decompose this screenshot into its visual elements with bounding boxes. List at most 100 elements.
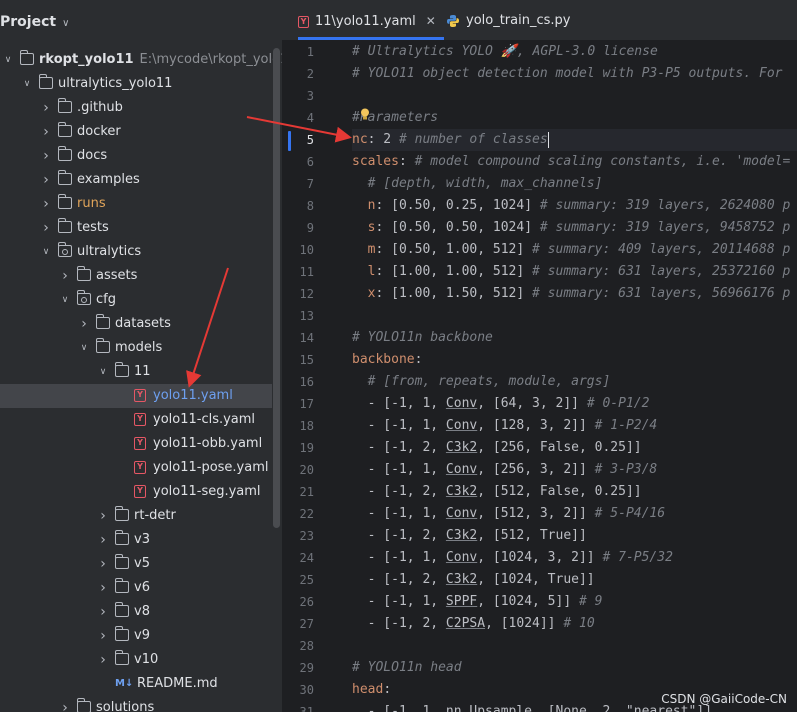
chevron-right-icon[interactable]: › — [40, 120, 52, 144]
chevron-right-icon[interactable]: › — [40, 192, 52, 216]
code-line[interactable]: scales: # model compound scaling constan… — [352, 151, 797, 173]
tree-item[interactable]: ∨ ultralytics — [0, 240, 272, 264]
code-text: , [256, 3, 2]] — [477, 462, 595, 477]
tree-item[interactable]: ∨ cfg — [0, 288, 272, 312]
chevron-right-icon[interactable]: › — [97, 648, 109, 672]
code-line[interactable]: - [-1, 2, C2PSA, [1024]] # 10 — [352, 613, 797, 635]
code-comment: # number of classes — [398, 132, 548, 147]
tree-item[interactable]: › v3 — [0, 528, 272, 552]
tree-scrollbar[interactable] — [273, 48, 280, 528]
chevron-down-icon[interactable]: ∨ — [78, 336, 90, 360]
tree-item[interactable]: Yyolo11-obb.yaml — [0, 432, 272, 456]
tree-item-label: README.md — [137, 672, 218, 696]
code-line[interactable]: - [-1, 1, Conv, [128, 3, 2]] # 1-P2/4 — [352, 415, 797, 437]
code-line[interactable]: # YOLO11n backbone — [352, 327, 797, 349]
code-line[interactable]: - [-1, 2, C3k2, [1024, True]] — [352, 569, 797, 591]
code-area[interactable]: # Ultralytics YOLO 🚀, AGPL-3.0 license # … — [352, 41, 797, 712]
code-line[interactable]: # [from, repeats, module, args] — [352, 371, 797, 393]
code-text: : 2 — [367, 132, 399, 147]
code-line[interactable]: n: [0.50, 0.25, 1024] # summary: 319 lay… — [352, 195, 797, 217]
tree-item[interactable]: ∨ rkopt_yolo11 E:\mycode\rkopt_yolo11 — [0, 48, 282, 72]
code-line[interactable]: # [depth, width, max_channels] — [352, 173, 797, 195]
code-line[interactable]: backbone: — [352, 349, 797, 371]
code-line[interactable]: s: [0.50, 0.50, 1024] # summary: 319 lay… — [352, 217, 797, 239]
tree-item[interactable]: Yyolo11.yaml — [0, 384, 272, 408]
code-line[interactable] — [352, 305, 797, 327]
tree-item[interactable]: M↓ README.md — [0, 672, 272, 696]
chevron-right-icon[interactable]: › — [78, 312, 90, 336]
package-folder-icon — [76, 290, 91, 305]
chevron-right-icon[interactable]: › — [40, 216, 52, 240]
tree-item[interactable]: › examples — [0, 168, 272, 192]
tree-item[interactable]: › docs — [0, 144, 272, 168]
tree-item[interactable]: ∨ models — [0, 336, 272, 360]
tree-item[interactable]: › v6 — [0, 576, 272, 600]
line-number: 18 — [299, 419, 314, 433]
code-line[interactable]: m: [0.50, 1.00, 512] # summary: 409 laye… — [352, 239, 797, 261]
lightbulb-icon[interactable] — [360, 108, 370, 120]
chevron-right-icon[interactable]: › — [59, 264, 71, 288]
tree-item-label: v9 — [134, 624, 150, 648]
code-line[interactable]: - [-1, 2, C3k2, [512, True]] — [352, 525, 797, 547]
chevron-down-icon[interactable]: ∨ — [40, 240, 52, 264]
chevron-right-icon[interactable]: › — [97, 600, 109, 624]
chevron-right-icon[interactable]: › — [59, 696, 71, 712]
code-line[interactable]: #Parameters — [352, 107, 797, 129]
code-line[interactable]: - [-1, 2, C3k2, [256, False, 0.25]] — [352, 437, 797, 459]
chevron-down-icon[interactable]: ∨ — [59, 288, 71, 312]
tree-item[interactable]: Yyolo11-pose.yaml — [0, 456, 272, 480]
code-line[interactable]: - [-1, 1, Conv, [64, 3, 2]] # 0-P1/2 — [352, 393, 797, 415]
tree-item[interactable]: › solutions — [0, 696, 272, 712]
code-text: , [1024]] — [485, 616, 564, 631]
tree-item[interactable]: › runs — [0, 192, 272, 216]
tree-item[interactable]: › datasets — [0, 312, 272, 336]
tree-item[interactable]: › .github — [0, 96, 272, 120]
tree-item[interactable]: › assets — [0, 264, 272, 288]
code-line[interactable]: - [-1, 1, Conv, [1024, 3, 2]] # 7-P5/32 — [352, 547, 797, 569]
tree-item[interactable]: › tests — [0, 216, 272, 240]
chevron-right-icon[interactable]: › — [40, 96, 52, 120]
code-comment: # YOLO11n head — [352, 660, 462, 675]
editor-tab[interactable]: yolo_train_cs.py — [446, 0, 578, 40]
yaml-file-icon: Y — [134, 461, 146, 474]
chevron-right-icon[interactable]: › — [97, 528, 109, 552]
code-line[interactable]: # Ultralytics YOLO 🚀, AGPL-3.0 license — [352, 41, 797, 63]
chevron-right-icon[interactable]: › — [97, 552, 109, 576]
chevron-right-icon[interactable]: › — [40, 144, 52, 168]
code-line[interactable]: l: [1.00, 1.00, 512] # summary: 631 laye… — [352, 261, 797, 283]
code-line[interactable]: - [-1, 2, C3k2, [512, False, 0.25]] — [352, 481, 797, 503]
tree-item[interactable]: ∨ ultralytics_yolo11 — [0, 72, 272, 96]
tree-item[interactable]: › v10 — [0, 648, 272, 672]
code-line[interactable] — [352, 85, 797, 107]
tree-item[interactable]: Yyolo11-cls.yaml — [0, 408, 272, 432]
chevron-right-icon[interactable]: › — [97, 504, 109, 528]
tree-item[interactable]: Yyolo11-seg.yaml — [0, 480, 272, 504]
code-editor[interactable]: 1 2 3 4 5 6 7 8 9 10 11 12 13 14 15 16 17 18 19 20 21 22 23 24 2… — [282, 41, 797, 712]
code-line[interactable]: # YOLO11 object detection model with P3-… — [352, 63, 797, 85]
chevron-down-icon[interactable]: ∨ — [21, 72, 33, 96]
code-line[interactable] — [352, 635, 797, 657]
project-view-selector[interactable]: Project ∨ — [0, 10, 69, 34]
code-line[interactable]: x: [1.00, 1.50, 512] # summary: 631 laye… — [352, 283, 797, 305]
code-comment: # 3-P3/8 — [594, 462, 658, 477]
tree-item[interactable]: › rt-detr — [0, 504, 272, 528]
chevron-down-icon[interactable]: ∨ — [2, 48, 14, 72]
chevron-right-icon[interactable]: › — [97, 576, 109, 600]
folder-icon — [114, 626, 129, 641]
tree-item[interactable]: › docker — [0, 120, 272, 144]
chevron-down-icon[interactable]: ∨ — [97, 360, 109, 384]
code-text: : [0.50, 0.50, 1024] — [375, 220, 540, 235]
code-line[interactable]: nc: 2 # number of classes — [352, 129, 797, 151]
tree-item[interactable]: › v9 — [0, 624, 272, 648]
code-line[interactable]: # YOLO11n head — [352, 657, 797, 679]
code-line[interactable]: - [-1, 1, Conv, [512, 3, 2]] # 5-P4/16 — [352, 503, 797, 525]
chevron-right-icon[interactable]: › — [97, 624, 109, 648]
tree-item[interactable]: › v8 — [0, 600, 272, 624]
close-icon[interactable]: ✕ — [426, 14, 436, 28]
tree-item[interactable]: › v5 — [0, 552, 272, 576]
code-line[interactable]: - [-1, 1, Conv, [256, 3, 2]] # 3-P3/8 — [352, 459, 797, 481]
chevron-right-icon[interactable]: › — [40, 168, 52, 192]
code-line[interactable]: - [-1, 1, SPPF, [1024, 5]] # 9 — [352, 591, 797, 613]
tree-item[interactable]: ∨ 11 — [0, 360, 272, 384]
editor-tab[interactable]: Y 11\yolo11.yaml ✕ — [298, 0, 444, 40]
